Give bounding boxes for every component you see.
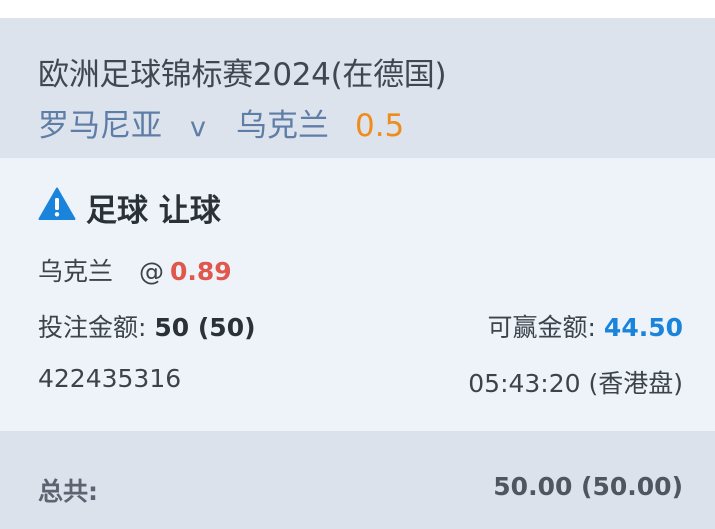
odds-value: 0.89 bbox=[170, 257, 232, 286]
win-value: 44.50 bbox=[603, 313, 683, 342]
total-label: 总共: bbox=[38, 477, 98, 506]
bet-type-label: 足球 让球 bbox=[86, 193, 221, 229]
total-value: 50.00 (50.00) bbox=[493, 472, 683, 501]
bet-selection: 乌克兰 @0.89 bbox=[38, 252, 232, 288]
bet-card: 足球 让球 乌克兰 @0.89 投注金额: 50 (50) 可赢金额: 44.50… bbox=[0, 158, 715, 431]
bet-id: 422435316 bbox=[38, 364, 182, 393]
total-bar: 总共: 50.00 (50.00) bbox=[0, 431, 715, 529]
away-team: 乌克兰 bbox=[235, 108, 329, 144]
match-header: 欧洲足球锦标赛2024(在德国) 罗马尼亚 v 乌克兰 0.5 bbox=[0, 18, 715, 158]
home-team: 罗马尼亚 bbox=[38, 108, 162, 144]
win-label: 可赢金额: bbox=[487, 313, 596, 342]
top-spacer bbox=[0, 0, 715, 18]
bet-time: 05:43:20 (香港盘) bbox=[468, 369, 683, 398]
stake-amount: 投注金额: 50 (50) bbox=[38, 308, 256, 344]
at-symbol: @ bbox=[139, 257, 165, 286]
warning-icon bbox=[38, 187, 76, 220]
selection-team: 乌克兰 bbox=[38, 257, 114, 286]
potential-win: 可赢金额: 44.50 bbox=[488, 308, 683, 344]
handicap-value: 0.5 bbox=[354, 108, 405, 144]
stake-value: 50 (50) bbox=[154, 313, 256, 342]
versus-label: v bbox=[190, 112, 206, 143]
league-name: 欧洲足球锦标赛2024(在德国) bbox=[38, 57, 447, 93]
match-teams: 罗马尼亚 v 乌克兰 0.5 bbox=[38, 100, 404, 145]
stake-label: 投注金额: bbox=[38, 313, 147, 342]
